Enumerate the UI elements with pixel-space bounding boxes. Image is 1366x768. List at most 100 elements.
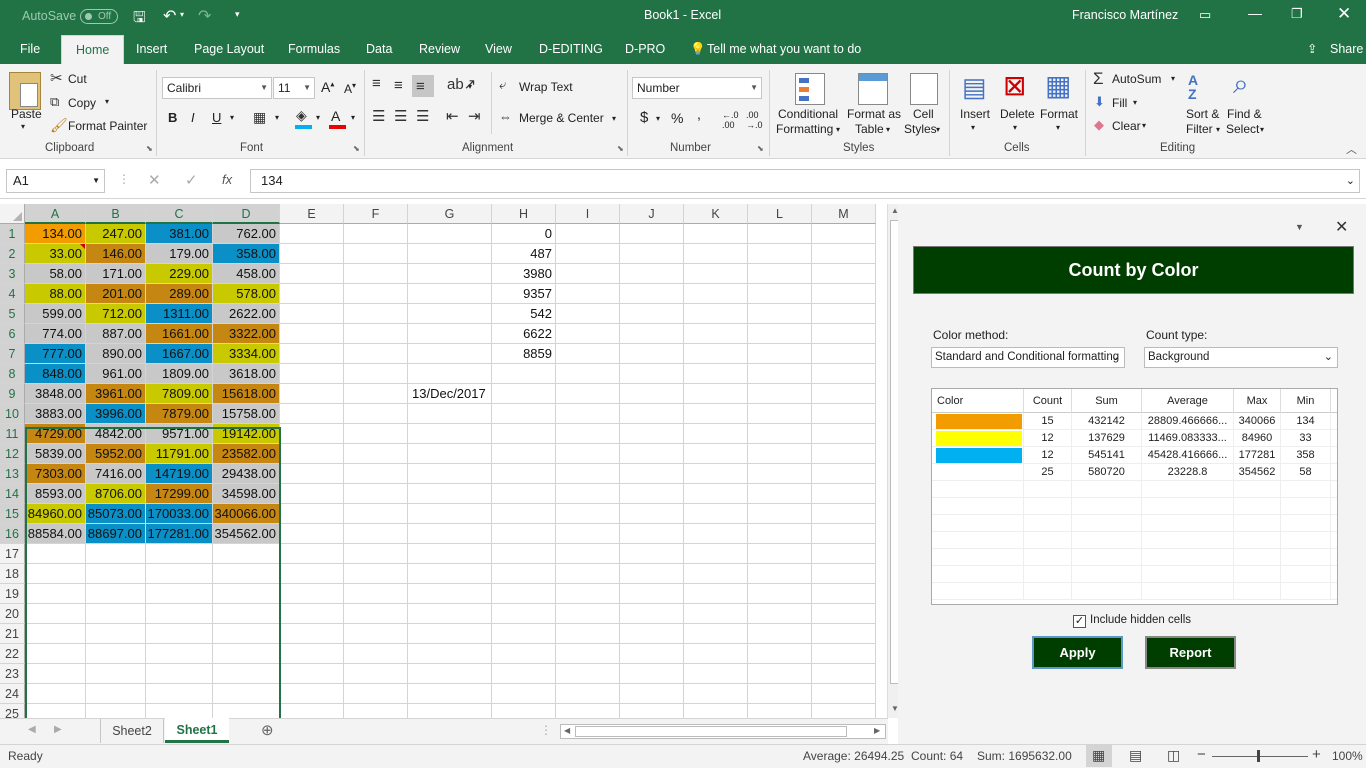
- cell[interactable]: [408, 264, 492, 284]
- cell[interactable]: 458.00: [213, 264, 280, 284]
- cell[interactable]: 0: [492, 224, 556, 244]
- cell[interactable]: [86, 584, 146, 604]
- zoom-in-icon[interactable]: +: [1312, 746, 1321, 763]
- cell[interactable]: [492, 544, 556, 564]
- clear-button[interactable]: Clear: [1112, 119, 1141, 133]
- sort-filter-line2[interactable]: Filter: [1186, 122, 1213, 136]
- cell[interactable]: [213, 704, 280, 718]
- cell[interactable]: [280, 644, 344, 664]
- tab-page-layout[interactable]: Page Layout: [194, 32, 264, 64]
- cell[interactable]: 3334.00: [213, 344, 280, 364]
- redo-icon[interactable]: ↷: [198, 6, 211, 26]
- paste-dropdown-icon[interactable]: ▾: [21, 122, 25, 131]
- column-header[interactable]: M: [812, 204, 876, 224]
- alignment-launcher-icon[interactable]: ⬊: [617, 144, 624, 153]
- count-type-select[interactable]: Background ⌄: [1144, 347, 1338, 368]
- comma-button[interactable]: ,: [697, 106, 701, 122]
- cell[interactable]: [280, 684, 344, 704]
- borders-icon[interactable]: ▦: [253, 110, 266, 124]
- cell[interactable]: [344, 244, 408, 264]
- format-as-table-line2[interactable]: Table: [855, 122, 884, 136]
- italic-button[interactable]: I: [191, 110, 195, 125]
- cell[interactable]: [280, 324, 344, 344]
- cell[interactable]: [146, 684, 213, 704]
- cell[interactable]: [748, 444, 812, 464]
- cell[interactable]: [812, 704, 876, 718]
- cell[interactable]: [408, 324, 492, 344]
- cell[interactable]: [25, 644, 86, 664]
- cell[interactable]: [344, 584, 408, 604]
- column-header[interactable]: K: [684, 204, 748, 224]
- confirm-entry-icon[interactable]: ✓: [185, 171, 198, 189]
- cell[interactable]: [556, 264, 620, 284]
- cell[interactable]: [748, 324, 812, 344]
- customize-qat-icon[interactable]: ▾: [235, 9, 240, 20]
- cell[interactable]: [684, 324, 748, 344]
- row-header[interactable]: 1: [0, 224, 25, 244]
- cell[interactable]: [344, 404, 408, 424]
- conditional-formatting-button[interactable]: Conditional: [778, 107, 838, 121]
- cell[interactable]: [556, 564, 620, 584]
- cell[interactable]: [86, 644, 146, 664]
- cell[interactable]: 354562.00: [213, 524, 280, 544]
- cell[interactable]: [280, 704, 344, 718]
- cell[interactable]: 3618.00: [213, 364, 280, 384]
- percent-button[interactable]: %: [671, 110, 683, 126]
- cell[interactable]: 1809.00: [146, 364, 213, 384]
- share-icon[interactable]: ⇪: [1307, 32, 1317, 64]
- cell[interactable]: [748, 684, 812, 704]
- cell[interactable]: [25, 604, 86, 624]
- cell[interactable]: 88584.00: [25, 524, 86, 544]
- cell[interactable]: 14719.00: [146, 464, 213, 484]
- cell[interactable]: [748, 304, 812, 324]
- cell[interactable]: [146, 604, 213, 624]
- cell[interactable]: [812, 604, 876, 624]
- cell[interactable]: [408, 364, 492, 384]
- cell[interactable]: [620, 584, 684, 604]
- results-row[interactable]: [932, 515, 1337, 532]
- cell[interactable]: [748, 704, 812, 718]
- cell[interactable]: [408, 284, 492, 304]
- cell[interactable]: 229.00: [146, 264, 213, 284]
- horizontal-scroll-thumb[interactable]: [575, 726, 847, 737]
- cell[interactable]: [213, 544, 280, 564]
- fill-dropdown-icon[interactable]: ▾: [1133, 98, 1137, 107]
- cell[interactable]: 7416.00: [86, 464, 146, 484]
- cell[interactable]: [344, 564, 408, 584]
- tab-formulas[interactable]: Formulas: [288, 32, 340, 64]
- cell[interactable]: [620, 244, 684, 264]
- row-header[interactable]: 12: [0, 444, 25, 464]
- cell[interactable]: [620, 284, 684, 304]
- cell[interactable]: [213, 584, 280, 604]
- status-average[interactable]: Average: 26494.25: [803, 749, 904, 763]
- cell[interactable]: [684, 524, 748, 544]
- bold-button[interactable]: B: [168, 110, 177, 125]
- cell[interactable]: [556, 304, 620, 324]
- cell[interactable]: [344, 664, 408, 684]
- cell[interactable]: [620, 564, 684, 584]
- shrink-font-icon[interactable]: A▾: [344, 81, 356, 96]
- row-header[interactable]: 3: [0, 264, 25, 284]
- cell[interactable]: [620, 464, 684, 484]
- cell[interactable]: [280, 624, 344, 644]
- number-launcher-icon[interactable]: ⬊: [757, 144, 764, 153]
- cell[interactable]: [280, 524, 344, 544]
- cell[interactable]: [620, 444, 684, 464]
- page-layout-view-icon[interactable]: ▤: [1129, 747, 1142, 764]
- cell[interactable]: [492, 404, 556, 424]
- cell[interactable]: 578.00: [213, 284, 280, 304]
- cell[interactable]: 6622: [492, 324, 556, 344]
- cell[interactable]: 542: [492, 304, 556, 324]
- normal-view-button[interactable]: ▦: [1086, 745, 1112, 767]
- cell[interactable]: [620, 544, 684, 564]
- copy-dropdown-icon[interactable]: ▾: [105, 97, 109, 106]
- tab-home[interactable]: Home: [61, 35, 125, 64]
- cell[interactable]: [280, 504, 344, 524]
- cell[interactable]: [213, 644, 280, 664]
- close-panel-icon[interactable]: ✕: [1335, 217, 1348, 237]
- cell[interactable]: [748, 224, 812, 244]
- cell[interactable]: [492, 524, 556, 544]
- cell[interactable]: [280, 464, 344, 484]
- cell[interactable]: [556, 284, 620, 304]
- cell[interactable]: [408, 484, 492, 504]
